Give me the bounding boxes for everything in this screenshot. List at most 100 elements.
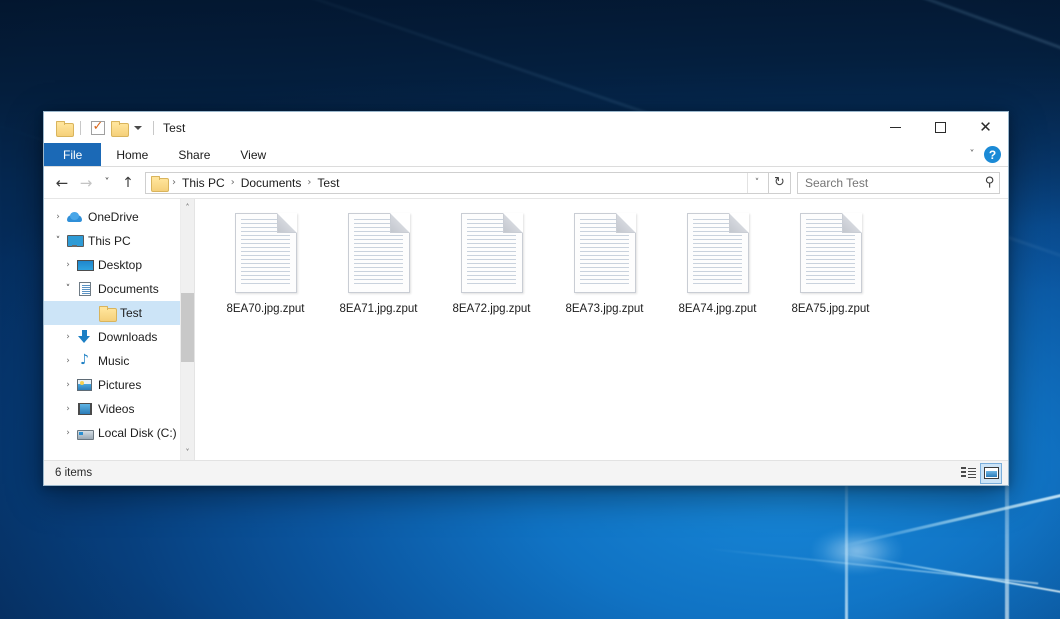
sidebar-item-label: Videos bbox=[98, 402, 134, 416]
sidebar-item-label: Documents bbox=[98, 282, 159, 296]
generic-document-icon bbox=[800, 213, 862, 293]
up-button[interactable]: ↑ bbox=[116, 171, 140, 195]
generic-document-icon bbox=[235, 213, 297, 293]
sidebar-item-local-disk-c[interactable]: › Local Disk (C:) bbox=[44, 421, 194, 445]
breadcrumb[interactable]: › This PC › Documents › Test ˅ bbox=[145, 172, 769, 194]
file-item[interactable]: 8EA74.jpg.zput bbox=[661, 211, 774, 325]
minimize-button[interactable] bbox=[873, 112, 918, 143]
view-mode-buttons bbox=[957, 463, 1002, 484]
generic-document-icon bbox=[348, 213, 410, 293]
file-name-label: 8EA71.jpg.zput bbox=[336, 301, 420, 317]
scrollbar-track[interactable] bbox=[181, 215, 195, 444]
title-bar[interactable]: Test ✕ bbox=[44, 112, 1008, 143]
folder-icon bbox=[56, 121, 72, 135]
collapse-chevron-icon[interactable]: ˅ bbox=[50, 236, 66, 246]
qat-separator bbox=[153, 121, 154, 135]
sidebar-item-this-pc[interactable]: ˅ This PC bbox=[44, 229, 194, 253]
details-view-button[interactable] bbox=[957, 463, 979, 484]
page-fold-corner bbox=[729, 213, 749, 233]
breadcrumb-this-pc[interactable]: This PC bbox=[178, 175, 229, 191]
sidebar-item-onedrive[interactable]: › OneDrive bbox=[44, 205, 194, 229]
scroll-down-button[interactable]: ˅ bbox=[181, 444, 195, 460]
sidebar-item-music[interactable]: › ♪ Music bbox=[44, 349, 194, 373]
collapse-chevron-icon[interactable]: ˅ bbox=[60, 284, 76, 294]
expand-chevron-icon[interactable]: › bbox=[60, 404, 76, 414]
scrollbar-thumb[interactable] bbox=[181, 293, 195, 362]
document-lines-top bbox=[467, 219, 501, 238]
navigation-pane: › OneDrive ˅ This PC › Desktop bbox=[44, 199, 194, 460]
file-grid: 8EA70.jpg.zput 8EA71.jpg.zput bbox=[209, 211, 1008, 325]
forward-button: → bbox=[74, 171, 98, 195]
window-title: Test bbox=[163, 121, 185, 135]
breadcrumb-documents[interactable]: Documents bbox=[237, 175, 306, 191]
search-input[interactable] bbox=[805, 176, 985, 190]
sidebar-item-pictures[interactable]: › Pictures bbox=[44, 373, 194, 397]
expand-chevron-icon[interactable]: › bbox=[60, 356, 76, 366]
large-icons-view-button[interactable] bbox=[980, 463, 1002, 484]
file-list-view[interactable]: 8EA70.jpg.zput 8EA71.jpg.zput bbox=[195, 199, 1008, 460]
sidebar-item-label: Downloads bbox=[98, 330, 157, 344]
file-item[interactable]: 8EA72.jpg.zput bbox=[435, 211, 548, 325]
page-fold-corner bbox=[503, 213, 523, 233]
file-icon-wrapper bbox=[567, 213, 643, 297]
refresh-button[interactable]: ↻ bbox=[769, 172, 791, 194]
search-box[interactable]: ⚲ bbox=[797, 172, 1000, 194]
page-fold-corner bbox=[842, 213, 862, 233]
file-icon-wrapper bbox=[793, 213, 869, 297]
expand-ribbon-chevron-down-icon[interactable]: ˅ bbox=[962, 145, 982, 165]
expand-chevron-icon[interactable]: › bbox=[50, 212, 66, 222]
tab-home[interactable]: Home bbox=[101, 143, 163, 166]
file-icon-wrapper bbox=[228, 213, 304, 297]
file-item[interactable]: 8EA70.jpg.zput bbox=[209, 211, 322, 325]
help-icon[interactable]: ? bbox=[984, 146, 1001, 163]
expand-chevron-icon[interactable]: › bbox=[60, 428, 76, 438]
qat-new-folder-button[interactable] bbox=[108, 117, 129, 138]
close-button[interactable]: ✕ bbox=[963, 112, 1008, 143]
file-name-label: 8EA70.jpg.zput bbox=[223, 301, 307, 317]
file-item[interactable]: 8EA75.jpg.zput bbox=[774, 211, 887, 325]
sidebar-item-desktop[interactable]: › Desktop bbox=[44, 253, 194, 277]
qat-folder-button[interactable] bbox=[53, 117, 74, 138]
sidebar-item-label: Test bbox=[120, 306, 142, 320]
qat-properties-button[interactable] bbox=[87, 117, 108, 138]
page-fold-corner bbox=[616, 213, 636, 233]
sidebar-item-documents[interactable]: ˅ Documents bbox=[44, 277, 194, 301]
expand-chevron-icon[interactable]: › bbox=[60, 380, 76, 390]
maximize-button[interactable] bbox=[918, 112, 963, 143]
desktop-icon bbox=[76, 259, 93, 271]
breadcrumb-test[interactable]: Test bbox=[313, 175, 343, 191]
navigation-tree: › OneDrive ˅ This PC › Desktop bbox=[44, 199, 194, 460]
tab-file[interactable]: File bbox=[44, 143, 101, 166]
expand-chevron-icon[interactable]: › bbox=[60, 260, 76, 270]
sidebar-item-downloads[interactable]: › Downloads bbox=[44, 325, 194, 349]
address-dropdown-chevron-down-icon[interactable]: ˅ bbox=[747, 173, 766, 193]
file-item[interactable]: 8EA73.jpg.zput bbox=[548, 211, 661, 325]
navigation-pane-scrollbar[interactable]: ˄ ˅ bbox=[180, 199, 194, 460]
scroll-up-button[interactable]: ˄ bbox=[181, 199, 195, 215]
document-lines-top bbox=[806, 219, 840, 238]
cloud-icon bbox=[66, 212, 83, 222]
file-name-label: 8EA74.jpg.zput bbox=[675, 301, 759, 317]
file-item[interactable]: 8EA71.jpg.zput bbox=[322, 211, 435, 325]
generic-document-icon bbox=[574, 213, 636, 293]
chevron-down-icon[interactable] bbox=[134, 126, 142, 130]
sidebar-item-videos[interactable]: › Videos bbox=[44, 397, 194, 421]
file-icon-wrapper bbox=[341, 213, 417, 297]
file-name-label: 8EA75.jpg.zput bbox=[788, 301, 872, 317]
document-lines-top bbox=[693, 219, 727, 238]
tab-share[interactable]: Share bbox=[163, 143, 225, 166]
properties-checkbox-icon bbox=[91, 121, 105, 135]
back-button[interactable]: ← bbox=[50, 171, 74, 195]
breadcrumb-separator: › bbox=[229, 177, 237, 188]
sidebar-item-test[interactable]: Test bbox=[44, 301, 194, 325]
expand-chevron-icon[interactable]: › bbox=[60, 332, 76, 342]
search-icon: ⚲ bbox=[985, 175, 995, 190]
new-folder-icon bbox=[111, 121, 127, 135]
sidebar-item-label: Desktop bbox=[98, 258, 142, 272]
folder-icon bbox=[98, 306, 115, 320]
music-icon: ♪ bbox=[76, 354, 93, 368]
tab-view[interactable]: View bbox=[225, 143, 281, 166]
recent-locations-button[interactable]: ˅ bbox=[98, 171, 116, 195]
document-lines-top bbox=[241, 219, 275, 238]
qat-separator bbox=[80, 121, 81, 135]
